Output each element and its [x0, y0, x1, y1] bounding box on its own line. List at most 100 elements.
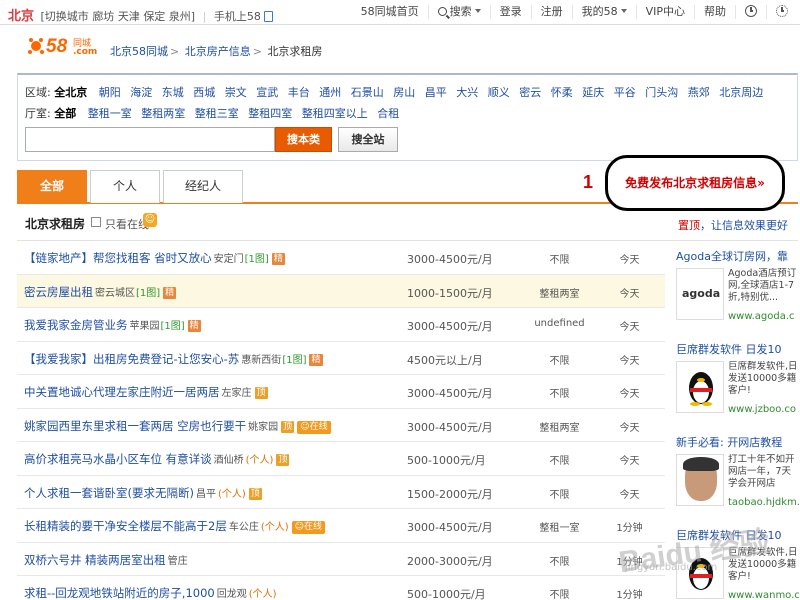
- listing-title[interactable]: 双桥六号井 精装两居室出租: [24, 553, 166, 567]
- listing-price: 1500-2000元/月: [407, 487, 493, 501]
- ad-url[interactable]: www.jzboo.co: [728, 404, 796, 415]
- history-button[interactable]: [735, 5, 766, 19]
- search-category-button[interactable]: 搜本类: [275, 127, 332, 152]
- promo-link[interactable]: 置顶，让信息效果更好: [678, 217, 788, 233]
- only-online-checkbox[interactable]: [91, 217, 101, 227]
- ad-url[interactable]: www.agoda.c: [728, 311, 795, 322]
- room-option[interactable]: 合租: [377, 107, 399, 120]
- ad-item[interactable]: 新手必看: 开网店教程 打工十年不如开网店一年，7天学会开网店 taobao.h…: [673, 434, 800, 520]
- district-option[interactable]: 顺义: [488, 86, 510, 99]
- district-option[interactable]: 门头沟: [645, 86, 678, 99]
- room-option[interactable]: 整租两室: [141, 107, 185, 120]
- district-option[interactable]: 燕郊: [688, 86, 710, 99]
- search-menu[interactable]: 搜索: [427, 5, 490, 19]
- ad-url[interactable]: taobao.hjdkm.: [728, 497, 800, 508]
- mobile-link[interactable]: 手机上58: [214, 10, 261, 23]
- tab-individual[interactable]: 个人: [90, 170, 160, 203]
- nearby-city-link[interactable]: 天津: [118, 10, 140, 23]
- listing-title[interactable]: 求租--回龙观地铁站附近的房子,1000: [24, 586, 215, 600]
- table-row[interactable]: 个人求租一套谐卧室(要求无隔断) 昌平 (个人) 顶 1500-2000元/月 不限 今天: [17, 476, 665, 509]
- district-filter: 区域: 全北京 朝阳 海淀 东城 西城 崇文 宣武 丰台 通州 石景山 房山 昌…: [25, 84, 763, 100]
- current-city[interactable]: 北京: [8, 9, 34, 24]
- district-option[interactable]: 海淀: [130, 86, 152, 99]
- district-option[interactable]: 东城: [162, 86, 184, 99]
- my58-menu[interactable]: 我的58: [571, 5, 636, 19]
- room-option[interactable]: 整租四室: [248, 107, 292, 120]
- ad-url[interactable]: www.wanmo.c: [728, 590, 800, 600]
- ad-title[interactable]: 新手必看: 开网店教程: [676, 434, 782, 450]
- register-link[interactable]: 注册: [530, 5, 572, 19]
- listing-location: 酒仙桥: [213, 455, 244, 466]
- room-label: 厅室:: [25, 107, 51, 120]
- online-badge[interactable]: ☺在线: [291, 521, 326, 534]
- ad-title[interactable]: 巨席群发软件 日发10: [676, 341, 782, 357]
- vip-link[interactable]: VIP中心: [635, 5, 694, 19]
- nearby-city-link[interactable]: 廊坊: [92, 10, 114, 23]
- district-option[interactable]: 崇文: [225, 86, 247, 99]
- district-option[interactable]: 宣武: [256, 86, 278, 99]
- tab-agent[interactable]: 经纪人: [163, 170, 243, 203]
- listing-price: 2000-3000元/月: [407, 554, 493, 568]
- table-row[interactable]: 【我爱我家】出租房免费登记-让您安心-苏 惠新西街[1图] 精 4500元以上/月 不限…: [17, 342, 665, 375]
- table-row[interactable]: 双桥六号井 精装两居室出租 管庄 2000-3000元/月 不限 1分钟: [17, 543, 665, 576]
- listing-title[interactable]: 个人求租一套谐卧室(要求无隔断): [24, 486, 194, 500]
- district-option[interactable]: 昌平: [425, 86, 447, 99]
- room-current[interactable]: 全部: [54, 107, 76, 120]
- district-current[interactable]: 全北京: [54, 86, 87, 99]
- ad-item[interactable]: Agoda全球订房网，靠 agoda Agoda酒店预订网,全球酒店1-7折,特…: [673, 248, 800, 334]
- help-link[interactable]: 帮助: [694, 5, 735, 19]
- ad-item[interactable]: 巨席群发软件 日发10 巨席群发软件,日发送10000多籍客户! www.jzb…: [673, 341, 800, 427]
- switch-city-link[interactable]: [切换城市: [41, 10, 89, 23]
- ad-thumbnail[interactable]: [676, 454, 724, 506]
- breadcrumb-item[interactable]: 北京房产信息: [185, 45, 251, 58]
- listing-title[interactable]: 高价求租亮马水晶小区车位 有意详谈: [24, 452, 212, 466]
- district-option[interactable]: 怀柔: [551, 86, 573, 99]
- listing-title[interactable]: 密云房屋出租: [24, 285, 93, 299]
- home-link[interactable]: 58同城首页: [352, 5, 428, 19]
- tab-all[interactable]: 全部: [17, 170, 87, 203]
- table-row[interactable]: 长租精装的要干净安全楼层不能高于2层 车公庄 (个人) ☺在线 3000-4500元/月…: [17, 509, 665, 543]
- table-row[interactable]: 我爱我家金房管业务 苹果园[1图] 精 3000-4500元/月 undefined 今天: [17, 308, 665, 342]
- search-input[interactable]: [25, 127, 275, 152]
- listing-title[interactable]: 【链家地产】帮您找租客 省时又放心: [24, 251, 212, 265]
- publish-button[interactable]: 免费发布北京求租房信息»: [605, 155, 785, 211]
- listing-title[interactable]: 长租精装的要干净安全楼层不能高于2层: [24, 519, 227, 533]
- site-logo[interactable]: 58 同城 .com: [28, 34, 106, 60]
- online-badge[interactable]: ☺在线: [297, 420, 331, 434]
- table-row[interactable]: 求租--回龙观地铁站附近的房子,1000 回龙观 (个人) 500-1000元/月 不限…: [17, 576, 665, 600]
- table-row[interactable]: 【链家地产】帮您找租客 省时又放心 安定门[1图] 精 3000-4500元/月 不限 今…: [17, 241, 665, 275]
- nearby-city-link[interactable]: 保定: [143, 10, 165, 23]
- district-option[interactable]: 延庆: [582, 86, 604, 99]
- breadcrumb-item[interactable]: 北京58同城: [110, 45, 168, 58]
- district-option[interactable]: 房山: [393, 86, 415, 99]
- district-option[interactable]: 石景山: [351, 86, 384, 99]
- district-option[interactable]: 平谷: [614, 86, 636, 99]
- listing-title[interactable]: 【我爱我家】出租房免费登记-让您安心-苏: [24, 352, 239, 366]
- login-link[interactable]: 登录: [489, 5, 531, 19]
- listing-title[interactable]: 我爱我家金房管业务: [24, 318, 128, 332]
- ad-title[interactable]: Agoda全球订房网，靠: [676, 248, 788, 264]
- nearby-city-link[interactable]: 泉州]: [169, 10, 195, 23]
- table-row[interactable]: 中关置地诚心代理左家庄附近一居两居 左家庄顶 3000-4500元/月 不限 今天: [17, 375, 665, 409]
- listing-title[interactable]: 中关置地诚心代理左家庄附近一居两居: [24, 385, 220, 399]
- district-option[interactable]: 朝阳: [99, 86, 121, 99]
- district-option[interactable]: 通州: [319, 86, 341, 99]
- promo-text: ，让信息效果更好: [700, 219, 788, 232]
- district-option[interactable]: 密云: [519, 86, 541, 99]
- listing-title[interactable]: 姚家园西里东里求租一套两居 空房也行要干: [24, 419, 246, 433]
- room-option[interactable]: 整租四室以上: [302, 107, 368, 120]
- listing-room: 不限: [549, 255, 570, 266]
- district-option[interactable]: 北京周边: [719, 86, 763, 99]
- ad-thumbnail[interactable]: agoda: [676, 268, 724, 320]
- table-row[interactable]: 高价求租亮马水晶小区车位 有意详谈 酒仙桥 (个人) 顶 500-1000元/月 不限 今天: [17, 442, 665, 476]
- ad-thumbnail[interactable]: [676, 361, 724, 413]
- table-row[interactable]: 密云房屋出租 密云城区[1图] 精 1000-1500元/月 整租两室 今天: [17, 274, 665, 308]
- district-option[interactable]: 西城: [193, 86, 215, 99]
- room-option[interactable]: 整租三室: [195, 107, 239, 120]
- room-option[interactable]: 整租一室: [88, 107, 132, 120]
- district-option[interactable]: 丰台: [288, 86, 310, 99]
- search-all-button[interactable]: 搜全站: [338, 127, 398, 152]
- table-row[interactable]: 姚家园西里东里求租一套两居 空房也行要干 姚家园顶 ☺在线 3000-4500元/月 整…: [17, 409, 665, 442]
- district-option[interactable]: 大兴: [456, 86, 478, 99]
- settings-button[interactable]: [766, 5, 800, 19]
